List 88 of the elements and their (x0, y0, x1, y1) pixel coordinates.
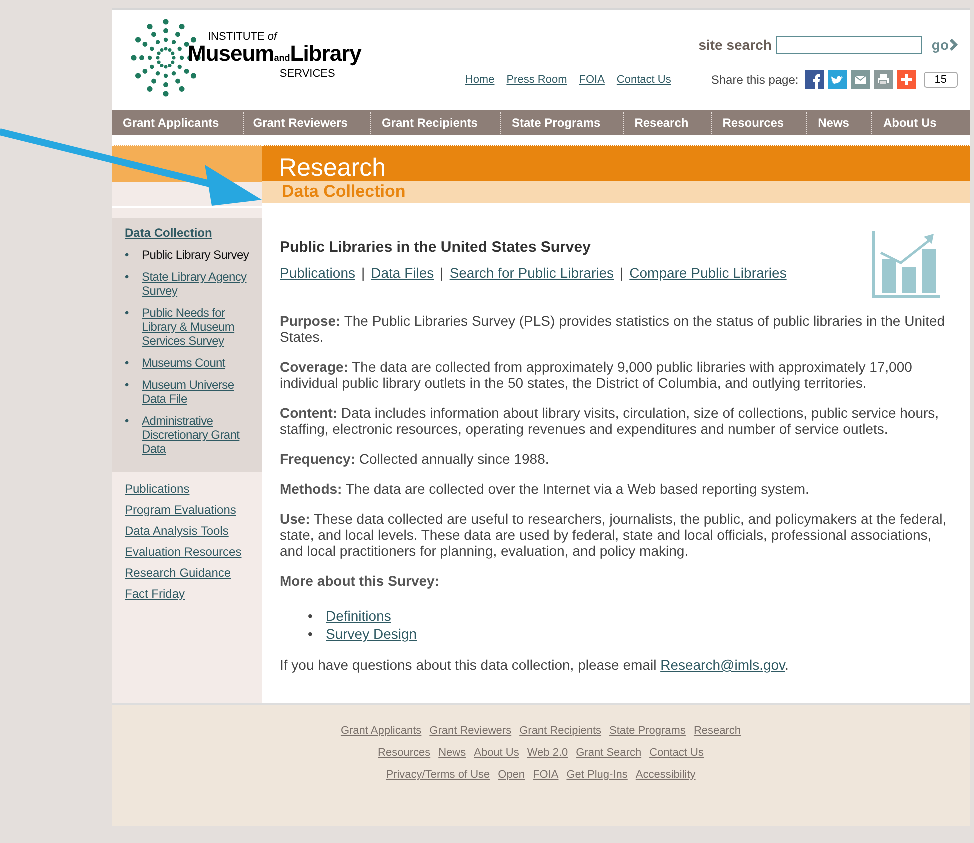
bar-chart-icon (872, 229, 942, 299)
contact-end-text: . (785, 657, 789, 673)
nav-item[interactable]: Grant Recipients (370, 112, 500, 134)
share-label: Share this page: (711, 72, 799, 86)
bullet: • (125, 306, 130, 322)
bullet: • (125, 356, 130, 370)
sidebar-link[interactable]: Publications (125, 482, 262, 496)
footer-link[interactable]: Open (498, 767, 526, 783)
bullet: • (125, 414, 130, 430)
description-paragraph: Methods: The data are collected over the Internet via a Web based reporting system. (280, 481, 810, 497)
survey-link[interactable]: Publications (280, 265, 356, 281)
footer-link[interactable]: Grant Recipients (520, 723, 602, 739)
footer-link[interactable]: Research (694, 723, 742, 739)
bullet: • (308, 607, 314, 625)
logo-museum-text: Museum (188, 43, 274, 65)
sidebar-heading-link[interactable]: Data Collection (125, 226, 212, 240)
survey-link[interactable]: Search for Public Libraries (450, 265, 614, 281)
sidebar-item[interactable]: Museums Count (142, 356, 257, 370)
sidebar-link[interactable]: Program Evaluations (125, 503, 262, 517)
sidebar-link[interactable]: Fact Friday (125, 587, 262, 601)
survey-title: Public Libraries in the United States Survey (280, 239, 592, 256)
footer-link[interactable]: Privacy/Terms of Use (386, 767, 490, 783)
footer-link[interactable]: About Us (474, 745, 520, 761)
footer-link[interactable]: Web 2.0 (527, 745, 568, 761)
footer-link[interactable]: Resources (378, 745, 431, 761)
subsection-title: Data Collection (282, 182, 406, 201)
footer-link[interactable]: Accessibility (636, 767, 696, 783)
nav-item[interactable]: Grant Applicants (112, 112, 244, 134)
go-button[interactable]: go (932, 37, 958, 53)
top-link[interactable]: Contact Us (616, 74, 672, 86)
footer-link[interactable]: Contact Us (650, 745, 704, 761)
search-label: site search (698, 37, 772, 53)
nav-item[interactable]: Grant Reviewers (243, 112, 370, 134)
sidebar-item[interactable]: Administrative Discretionary Grant Data (142, 414, 257, 456)
twitter-icon[interactable] (828, 70, 847, 89)
sidebar-item[interactable]: Public Needs for Library & Museum Services Survey (142, 306, 257, 348)
footer-link[interactable]: FOIA (533, 767, 559, 783)
link-separator: | (440, 265, 444, 281)
more-link[interactable]: Survey Design (326, 625, 418, 643)
footer-link[interactable]: Grant Reviewers (430, 723, 512, 739)
link-separator: | (620, 265, 624, 281)
facebook-icon[interactable] (804, 70, 824, 89)
print-icon[interactable] (874, 70, 893, 89)
footer-link[interactable]: Grant Search (576, 745, 642, 761)
description-paragraph: Frequency: Collected annually since 1988. (280, 451, 550, 467)
sidebar-item[interactable]: Public Library Survey (142, 248, 257, 262)
bullet: • (125, 270, 130, 286)
survey-link[interactable]: Data Files (371, 265, 434, 281)
contact-text: If you have questions about this data collection, please email (280, 657, 657, 673)
link-separator: | (362, 265, 366, 281)
sidebar-item[interactable]: Museum Universe Data File (142, 378, 257, 406)
sidebar-link[interactable]: Evaluation Resources (125, 545, 262, 559)
add-icon[interactable] (896, 70, 916, 89)
nav-item[interactable]: Resources (710, 112, 806, 134)
description-paragraph: Purpose: The Public Libraries Survey (PLS) provides statistics on the status of public libraries in the United States. (280, 313, 946, 345)
bullet: • (125, 248, 130, 262)
top-link[interactable]: Press Room (506, 74, 568, 86)
sidebar-item[interactable]: State Library Agency Survey (142, 270, 257, 298)
footer-link[interactable]: Grant Applicants (340, 723, 422, 739)
more-link[interactable]: Definitions (326, 607, 392, 625)
logo-and-text: and (274, 52, 290, 65)
logo-institute-text: INSTITUTE of (207, 32, 279, 43)
sidebar-link[interactable]: Research Guidance (125, 566, 262, 580)
section-title: Research (279, 155, 386, 181)
bullet: • (125, 378, 130, 394)
top-link[interactable]: Home (465, 74, 495, 86)
sidebar-link[interactable]: Data Analysis Tools (125, 524, 262, 538)
description-paragraph: Use: These data collected are useful to researchers, journalists, the public, and policymakers at the federal, state, and local levels. These data are used by federal, state and local officials, professional associations, and local practitioners for planning, evaluation, and policy making. (280, 511, 948, 559)
survey-link[interactable]: Compare Public Libraries (630, 265, 787, 281)
logo-services-text: SERVICES (280, 69, 336, 80)
logo-library-text: Library (290, 43, 362, 65)
email-icon[interactable] (850, 70, 870, 89)
nav-item[interactable]: About Us (871, 112, 948, 134)
top-link[interactable]: FOIA (579, 74, 605, 86)
email-link[interactable]: Research@imls.gov (660, 657, 786, 673)
footer-link[interactable]: News (438, 745, 466, 761)
footer-link[interactable]: Get Plug-Ins (566, 767, 628, 783)
bullet: • (308, 625, 314, 643)
nav-item[interactable]: State Programs (500, 112, 623, 134)
chevron-right-icon (950, 39, 958, 51)
description-paragraph: Content: Data includes information about library visits, circulation, size of collections, public service hours, staffing, electronic resources, operating revenues and expenditures and number of service outlets. (280, 405, 940, 437)
nav-item[interactable]: Research (622, 112, 711, 134)
share-count: 15 (924, 72, 958, 88)
nav-item[interactable]: News (806, 112, 872, 134)
footer-link[interactable]: State Programs (610, 723, 686, 739)
search-field[interactable] (776, 36, 922, 54)
description-paragraph: Coverage: The data are collected from approximately 9,000 public libraries with approximately 17,000 individual public library outlets in the 50 states, the District of Columbia, and outlying territories. (280, 359, 914, 391)
more-heading: More about this Survey: (280, 573, 440, 589)
